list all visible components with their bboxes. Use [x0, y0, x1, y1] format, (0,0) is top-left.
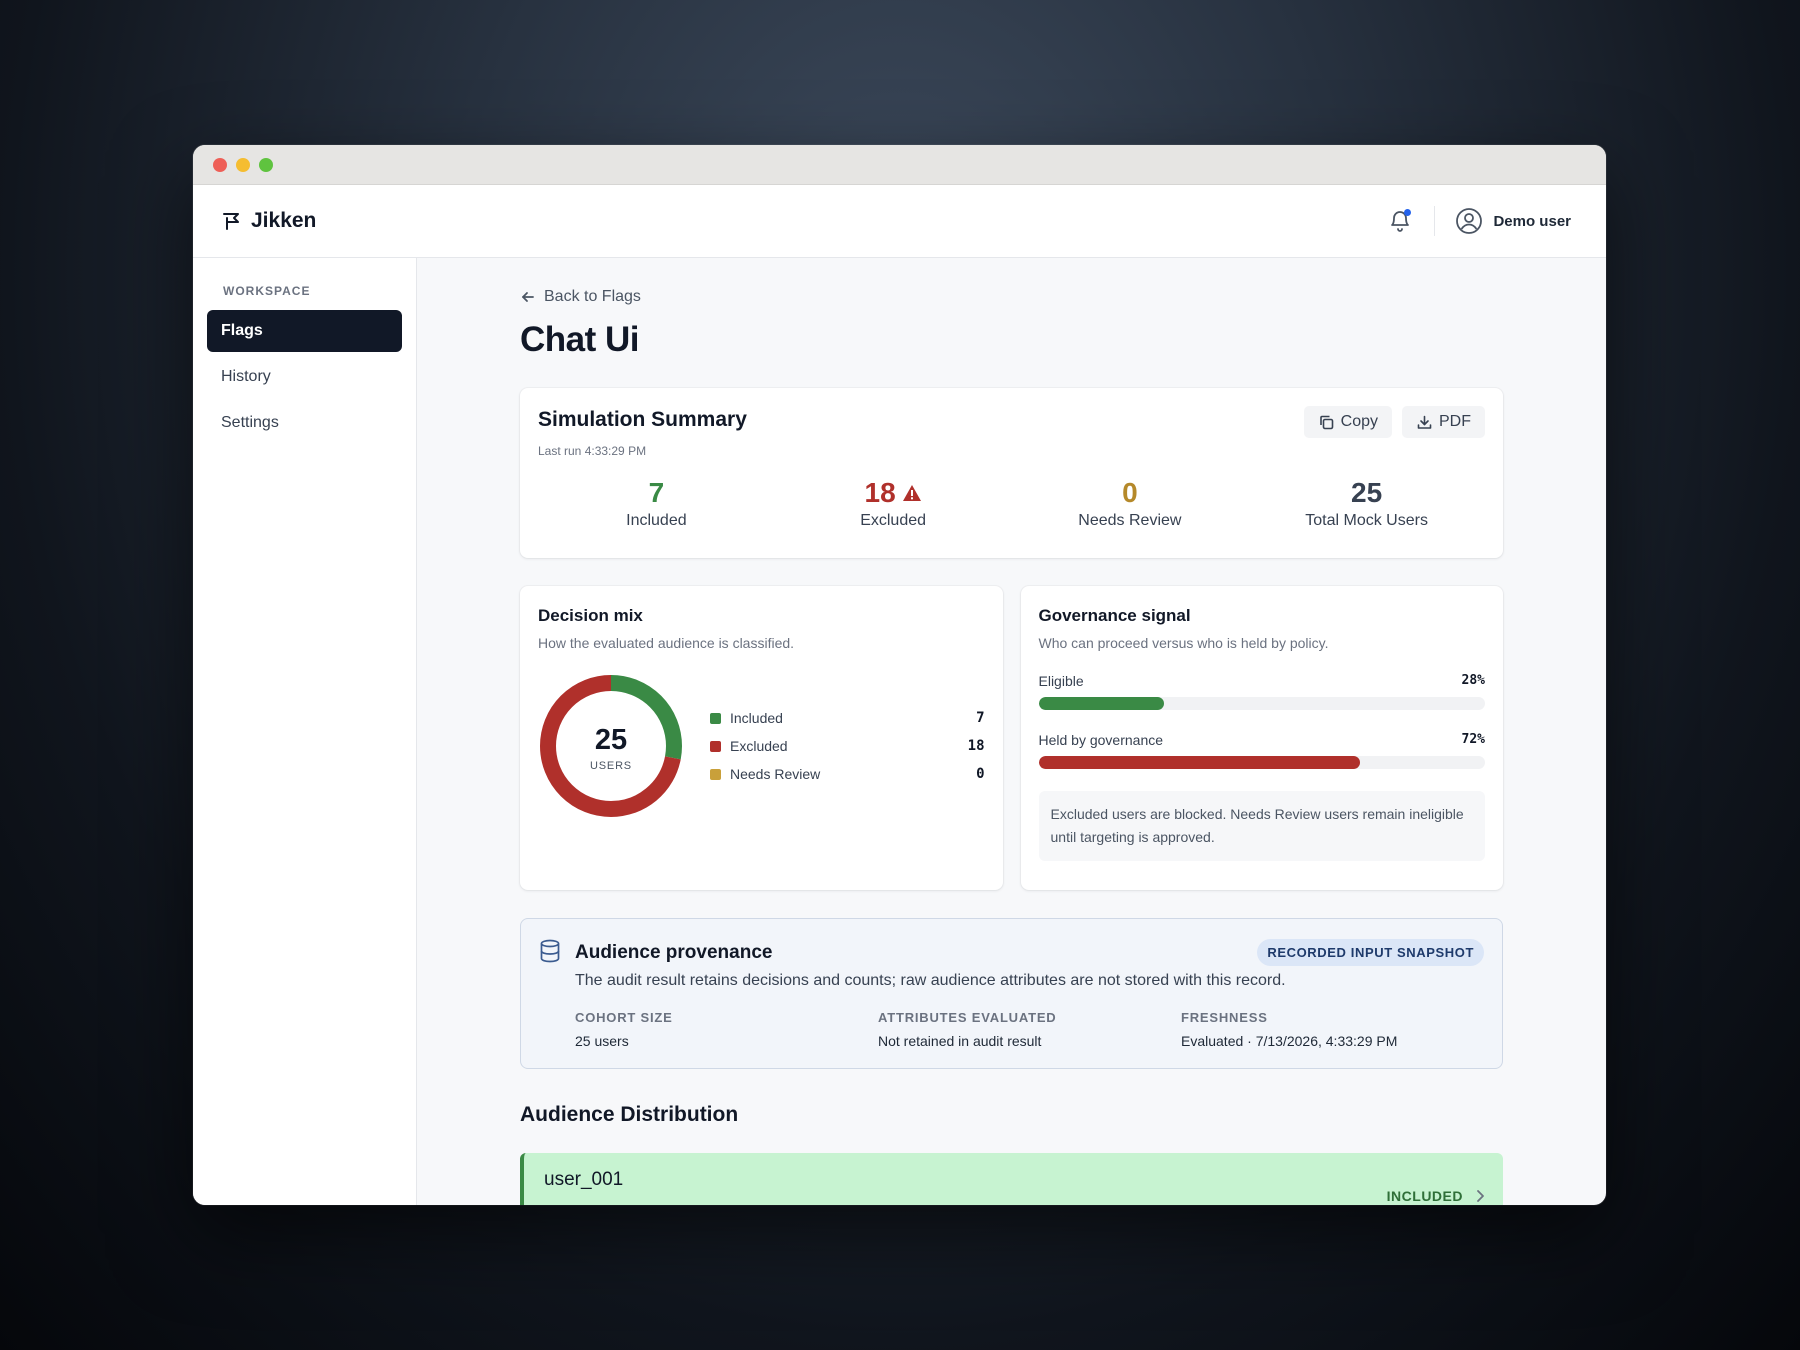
close-window-button[interactable]: [213, 157, 227, 172]
user-menu[interactable]: Demo user: [1455, 207, 1571, 235]
eligible-label: Eligible: [1038, 673, 1084, 689]
chevron-right-icon: [1477, 1190, 1484, 1202]
sidebar-heading: WORKSPACE: [223, 284, 311, 298]
top-app-bar: Jikken Demo user: [193, 185, 1606, 258]
divider: [1434, 206, 1436, 236]
decision-mix-card: Decision mix How the evaluated audience …: [520, 586, 1003, 890]
legend-item-excluded: Excluded 18: [710, 732, 985, 760]
stat-needs-review-label: Needs Review: [1078, 512, 1182, 529]
attributes-value: Not retained in audit result: [878, 1033, 1042, 1049]
governance-title: Governance signal: [1038, 606, 1191, 625]
brand-logo[interactable]: Jikken: [221, 209, 316, 233]
cohort-size-key: COHORT SIZE: [575, 1010, 673, 1025]
legend-value: 0: [976, 766, 985, 782]
cohort-size-value: 25 users: [575, 1033, 629, 1049]
legend-label: Needs Review: [730, 766, 821, 782]
stat-total-label: Total Mock Users: [1305, 512, 1428, 529]
row-status: INCLUDED: [1386, 1188, 1463, 1204]
governance-signal-card: Governance signal Who can proceed versus…: [1020, 586, 1503, 890]
back-link[interactable]: Back to Flags: [520, 288, 1503, 306]
window-titlebar: [193, 145, 1606, 185]
audience-distribution-title: Audience Distribution: [520, 1103, 739, 1126]
freshness-value: Evaluated · 7/13/2026, 4:33:29 PM: [1181, 1033, 1398, 1049]
app-name: Jikken: [251, 209, 317, 232]
notifications-button[interactable]: [1388, 209, 1412, 233]
stat-excluded-label: Excluded: [860, 512, 927, 529]
snapshot-badge: RECORDED INPUT SNAPSHOT: [1257, 939, 1484, 966]
stat-total-value: 25: [1351, 477, 1383, 508]
legend-value: 18: [967, 738, 985, 754]
audience-row[interactable]: user_001 INCLUDED: [520, 1153, 1503, 1205]
warning-icon: [902, 485, 921, 501]
freshness-key: FRESHNESS: [1181, 1010, 1268, 1025]
legend-swatch: [710, 740, 721, 752]
legend-item-included: Included 7: [710, 704, 985, 732]
stat-included-label: Included: [626, 512, 687, 529]
simulation-summary-card: Simulation Summary Last run 4:33:29 PM C…: [520, 388, 1503, 558]
copy-button-label: Copy: [1340, 413, 1378, 430]
maximize-window-button[interactable]: [259, 157, 273, 172]
stat-excluded-value: 18: [864, 477, 896, 508]
stat-included: 7 Included: [538, 476, 775, 530]
eligible-fill: [1038, 697, 1164, 710]
stat-total: 25 Total Mock Users: [1248, 476, 1485, 530]
legend-label: Excluded: [730, 738, 788, 754]
eligible-bar-row: Eligible 28%: [1038, 673, 1485, 710]
pdf-button-label: PDF: [1439, 413, 1471, 430]
flag-logo-icon: [223, 213, 239, 230]
back-link-label: Back to Flags: [544, 288, 641, 305]
stat-included-value: 7: [648, 477, 665, 508]
freshness-field: FRESHNESS Evaluated · 7/13/2026, 4:33:29…: [1181, 1010, 1484, 1049]
decision-mix-description: How the evaluated audience is classified…: [538, 635, 795, 651]
decision-mix-title: Decision mix: [538, 606, 643, 625]
held-label: Held by governance: [1038, 732, 1164, 748]
legend-item-needs-review: Needs Review 0: [710, 760, 985, 788]
last-run-timestamp: Last run 4:33:29 PM: [538, 444, 647, 458]
legend-label: Included: [730, 710, 783, 726]
download-icon: [1417, 415, 1432, 429]
eligible-percent: 28%: [1461, 673, 1485, 688]
legend-swatch: [710, 768, 721, 780]
page-title: Chat Ui: [520, 320, 640, 359]
sidebar: WORKSPACE Flags History Settings: [193, 258, 417, 1205]
decision-donut-chart: 25 USERS: [540, 675, 682, 817]
governance-description: Who can proceed versus who is held by po…: [1038, 635, 1329, 651]
governance-note: Excluded users are blocked. Needs Review…: [1038, 791, 1485, 861]
sidebar-item-settings[interactable]: Settings: [207, 402, 402, 444]
held-fill: [1038, 756, 1360, 769]
arrow-left-icon: [522, 292, 534, 302]
audience-provenance-card: Audience provenance RECORDED INPUT SNAPS…: [520, 918, 1503, 1069]
user-id: user_001: [544, 1169, 624, 1190]
sidebar-item-history[interactable]: History: [207, 356, 402, 398]
stat-needs-review-value: 0: [1122, 477, 1138, 508]
legend-value: 7: [976, 710, 985, 726]
legend-swatch: [710, 712, 721, 724]
minimize-window-button[interactable]: [236, 157, 250, 172]
provenance-title: Audience provenance: [575, 941, 773, 963]
user-name: Demo user: [1493, 212, 1571, 230]
user-circle-icon: [1456, 208, 1483, 234]
decision-legend: Included 7 Excluded 18 Needs Review 0: [710, 704, 985, 788]
cohort-size-field: COHORT SIZE 25 users: [575, 1010, 878, 1049]
attributes-evaluated-field: ATTRIBUTES EVALUATED Not retained in aud…: [878, 1010, 1181, 1049]
pdf-button[interactable]: PDF: [1402, 406, 1485, 438]
database-icon: [540, 939, 560, 963]
app-window: Jikken Demo user WORKSPACE Flags History: [193, 145, 1606, 1205]
donut-center-value: 25: [595, 724, 627, 756]
sidebar-item-flags[interactable]: Flags: [207, 310, 402, 352]
attributes-key: ATTRIBUTES EVALUATED: [878, 1010, 1057, 1025]
stat-excluded: 18 Excluded: [775, 476, 1012, 530]
held-percent: 72%: [1461, 732, 1485, 747]
main-content: Back to Flags Chat Ui Simulation Summary…: [417, 258, 1606, 1205]
provenance-description: The audit result retains decisions and c…: [575, 972, 1286, 989]
copy-icon: [1319, 415, 1333, 429]
held-track: [1038, 756, 1485, 769]
held-bar-row: Held by governance 72%: [1038, 732, 1485, 769]
copy-button[interactable]: Copy: [1303, 406, 1392, 438]
donut-center-label: USERS: [590, 760, 632, 772]
eligible-track: [1038, 697, 1485, 710]
summary-stats: 7 Included 18 Excluded 0 Needs Review 25…: [538, 476, 1485, 530]
stat-needs-review: 0 Needs Review: [1012, 476, 1249, 530]
